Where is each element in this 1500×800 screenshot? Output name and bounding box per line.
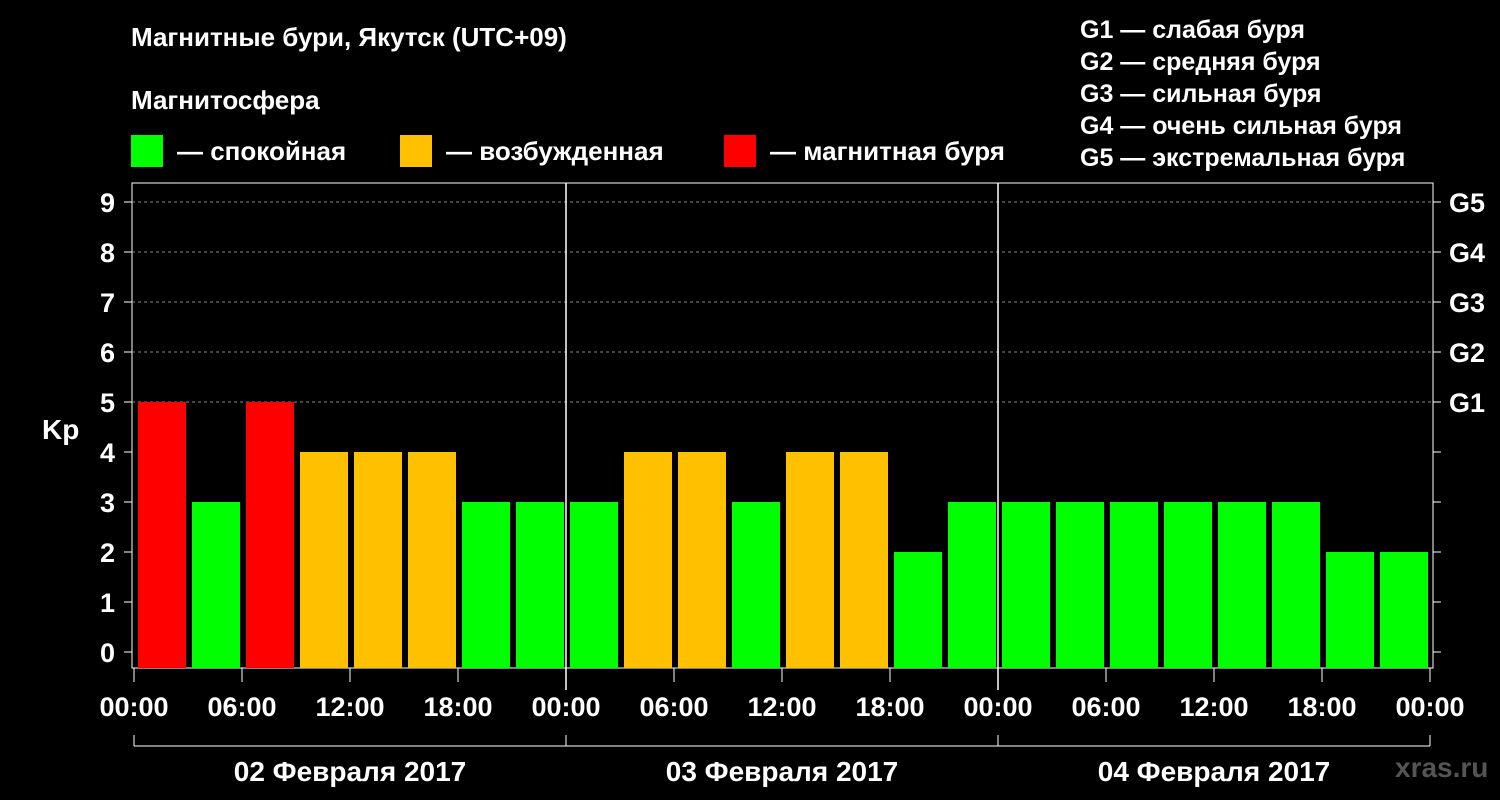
kp-bar [732,502,780,668]
kp-bar [246,402,294,668]
x-tick-label: 12:00 [747,692,816,722]
day-label: 02 Февраля 2017 [234,756,466,787]
x-tick-label: 00:00 [1395,692,1464,722]
kp-bar [786,452,834,668]
kp-bar [948,502,996,668]
kp-bar [1218,502,1266,668]
kp-bar [894,552,942,668]
kp-bar [1056,502,1104,668]
watermark: xras.ru [1395,752,1489,783]
kp-bar [570,502,618,668]
x-tick-label: 06:00 [207,692,276,722]
x-tick-label: 12:00 [1179,692,1248,722]
day-label: 04 Февраля 2017 [1098,756,1330,787]
kp-bar [1002,502,1050,668]
x-tick-label: 12:00 [315,692,384,722]
x-tick-label: 18:00 [1287,692,1356,722]
y-tick-label: 5 [100,388,115,418]
x-tick-label: 00:00 [531,692,600,722]
kp-bar [408,452,456,668]
kp-bar [516,502,564,668]
kp-bar [624,452,672,668]
kp-bar [300,452,348,668]
y-tick-label: 0 [100,638,115,668]
x-tick-label: 18:00 [855,692,924,722]
y-tick-label: 1 [100,588,115,618]
y-tick-label: 6 [100,338,115,368]
y-axis-label: Kp [42,414,79,445]
x-tick-label: 18:00 [423,692,492,722]
kp-bar [1110,502,1158,668]
kp-bar [678,452,726,668]
g-scale-label: G2 [1449,338,1485,368]
kp-bar [138,402,186,668]
kp-bar [462,502,510,668]
g-scale-label: G1 [1449,388,1485,418]
kp-bar [1380,552,1428,668]
kp-bar [1164,502,1212,668]
x-tick-label: 06:00 [639,692,708,722]
y-tick-label: 8 [100,238,115,268]
kp-chart: 0 1 2 3 4 5 6 7 8 9 G1 G2 G3 G4 G5 Kp 00:00 06:00 12:00 18:… [42,182,1485,787]
g-scale-label: G5 [1449,188,1485,218]
g-scale-label: G4 [1449,238,1485,268]
y-tick-label: 2 [100,538,115,568]
day-label: 03 Февраля 2017 [666,756,898,787]
x-tick-label: 00:00 [963,692,1032,722]
y-tick-label: 7 [100,288,115,318]
kp-bar [840,452,888,668]
y-tick-label: 4 [100,438,115,468]
g-scale-label: G3 [1449,288,1485,318]
y-tick-label: 3 [100,488,115,518]
kp-bar [1326,552,1374,668]
x-tick-label: 06:00 [1071,692,1140,722]
y-tick-label: 9 [100,188,115,218]
kp-bar [354,452,402,668]
kp-bar [192,502,240,668]
x-tick-label: 00:00 [99,692,168,722]
kp-bar [1272,502,1320,668]
